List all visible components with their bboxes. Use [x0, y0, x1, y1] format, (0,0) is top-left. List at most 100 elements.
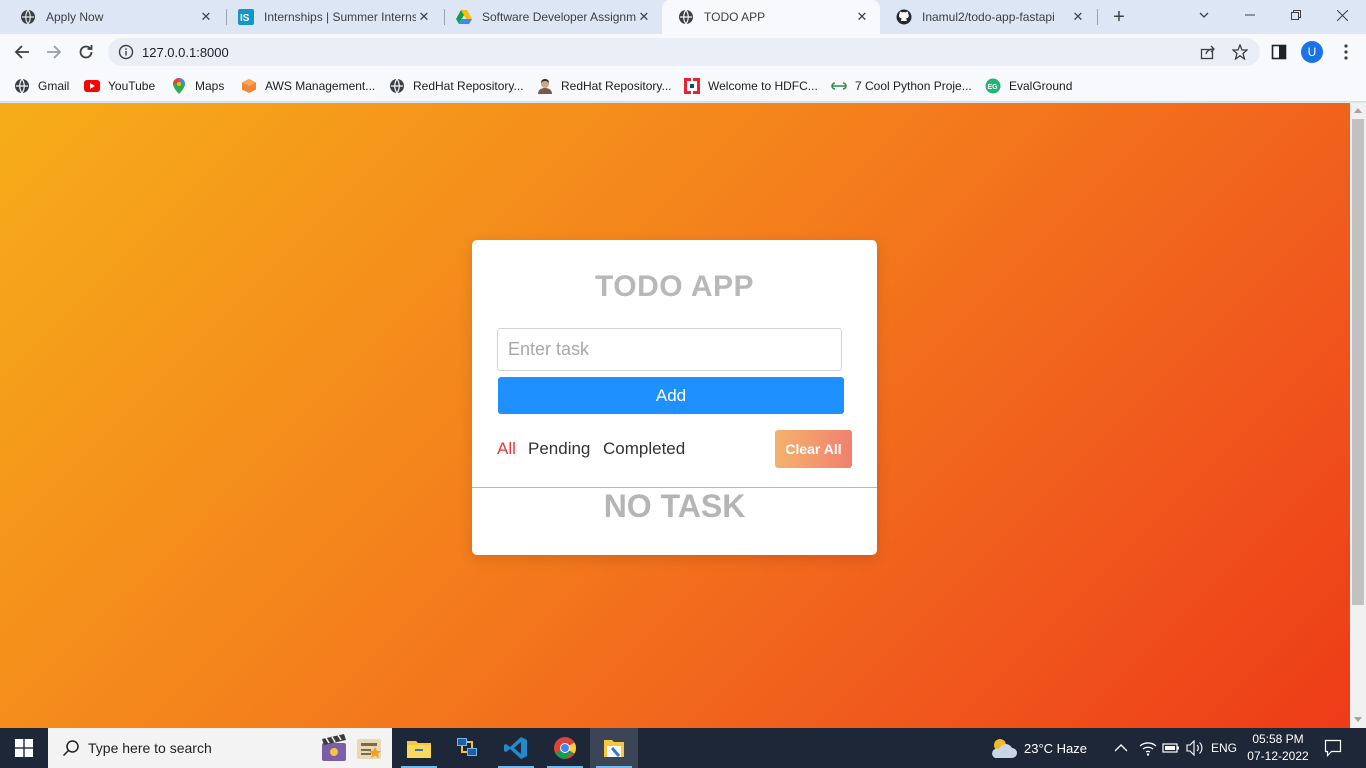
- tab-title: Internships | Summer Interns: [264, 10, 416, 24]
- wifi-status[interactable]: [1139, 728, 1157, 768]
- close-icon: [1336, 9, 1348, 21]
- close-icon[interactable]: ✕: [416, 9, 432, 25]
- tab-github[interactable]: Inamul2/todo-app-fastapi ✕: [880, 0, 1096, 34]
- hdfc-icon: [684, 78, 700, 94]
- language-indicator[interactable]: ENG: [1211, 728, 1237, 768]
- bookmark-label: RedHat Repository...: [413, 79, 524, 93]
- address-bar[interactable]: 127.0.0.1:8000: [108, 38, 1260, 66]
- clock-date: 07-12-2022: [1247, 749, 1309, 763]
- bookmark-redhat-1[interactable]: RedHat Repository...: [389, 76, 524, 96]
- bookmark-youtube[interactable]: YouTube: [84, 76, 155, 96]
- app-title: TODO APP: [594, 270, 755, 303]
- task-input[interactable]: [497, 328, 842, 371]
- folder-icon: [407, 741, 431, 758]
- bookmark-python-projects[interactable]: 7 Cool Python Proje...: [831, 76, 972, 96]
- forward-button[interactable]: [40, 38, 68, 66]
- windows-logo-icon: [15, 739, 33, 757]
- start-button[interactable]: [0, 728, 48, 768]
- empty-state-message: NO TASK: [603, 488, 746, 524]
- new-tab-button[interactable]: +: [1107, 5, 1131, 29]
- tab-title: Software Developer Assignm: [482, 10, 636, 24]
- tab-title: Apply Now: [46, 10, 104, 24]
- tab-search-button[interactable]: [1181, 0, 1227, 30]
- bookmark-hdfc[interactable]: Welcome to HDFC...: [684, 76, 818, 96]
- battery-status[interactable]: [1162, 728, 1180, 768]
- restore-icon: [1291, 10, 1301, 20]
- bookmark-maps[interactable]: Maps: [171, 76, 224, 96]
- scroll-down-arrow-icon[interactable]: [1354, 717, 1362, 722]
- aws-icon: [241, 78, 257, 94]
- page-scrollbar[interactable]: [1350, 103, 1366, 728]
- info-icon[interactable]: [118, 44, 134, 60]
- restore-button[interactable]: [1273, 0, 1319, 30]
- network-computer-icon: [457, 738, 477, 756]
- bookmark-label: YouTube: [108, 79, 156, 93]
- file-explorer-icon: [604, 740, 624, 757]
- notifications-button[interactable]: [1324, 728, 1342, 768]
- page-background: TODO APP Add All Pending Completed Clear…: [0, 103, 1350, 728]
- share-icon[interactable]: [1200, 44, 1216, 60]
- url-text: 127.0.0.1:8000: [142, 45, 229, 60]
- bookmark-label: RedHat Repository...: [561, 79, 672, 93]
- tab-title: Inamul2/todo-app-fastapi: [922, 10, 1055, 24]
- side-panel-icon[interactable]: [1269, 42, 1289, 62]
- close-icon[interactable]: ✕: [198, 9, 214, 25]
- close-icon[interactable]: ✕: [854, 9, 870, 25]
- vscode-app[interactable]: [492, 728, 540, 768]
- close-icon[interactable]: ✕: [636, 9, 652, 25]
- tab-internships[interactable]: IS Internships | Summer Interns ✕: [222, 0, 442, 34]
- globe-icon: [678, 9, 694, 25]
- scrollbar-thumb[interactable]: [1352, 119, 1364, 605]
- file-explorer-app[interactable]: [395, 728, 443, 768]
- volume-control[interactable]: [1186, 728, 1204, 768]
- weather-widget[interactable]: 23°C Haze: [989, 728, 1087, 768]
- profile-avatar[interactable]: U: [1301, 41, 1323, 63]
- bookmark-evalground[interactable]: EG EvalGround: [985, 76, 1072, 96]
- evalground-icon: EG: [985, 78, 1001, 94]
- bookmark-label: 7 Cool Python Proje...: [855, 79, 972, 93]
- show-hidden-icons[interactable]: [1114, 728, 1128, 768]
- star-icon[interactable]: [1231, 43, 1249, 61]
- chrome-app[interactable]: [541, 728, 589, 768]
- close-icon[interactable]: ✕: [1070, 9, 1086, 25]
- chrome-icon: [554, 737, 576, 759]
- filter-all[interactable]: All: [497, 439, 516, 459]
- system-clock[interactable]: 05:58 PM 07-12-2022: [1240, 731, 1316, 765]
- filter-pending[interactable]: Pending: [528, 439, 590, 459]
- globe-icon: [14, 78, 30, 94]
- youtube-icon: [84, 78, 100, 94]
- weather-text: 23°C Haze: [1024, 740, 1088, 756]
- globe-icon: [20, 9, 36, 25]
- tab-software-developer[interactable]: Software Developer Assignm ✕: [440, 0, 662, 34]
- notification-icon: [1324, 739, 1342, 757]
- back-button[interactable]: [8, 38, 36, 66]
- todo-card: TODO APP Add All Pending Completed Clear…: [472, 240, 877, 555]
- minimize-button[interactable]: [1227, 0, 1273, 30]
- bookmark-aws[interactable]: AWS Management...: [241, 76, 375, 96]
- taskbar-search[interactable]: Type here to search: [48, 728, 392, 768]
- filter-completed[interactable]: Completed: [603, 439, 685, 459]
- bookmark-label: Welcome to HDFC...: [708, 79, 818, 93]
- bookmark-redhat-2[interactable]: RedHat Repository...: [537, 76, 672, 96]
- reload-button[interactable]: [72, 38, 100, 66]
- close-window-button[interactable]: [1319, 0, 1365, 30]
- bookmark-gmail[interactable]: Gmail: [14, 76, 69, 96]
- tab-apply-now[interactable]: Apply Now ✕: [4, 0, 224, 34]
- bookmark-label: AWS Management...: [265, 79, 376, 93]
- scroll-up-arrow-icon[interactable]: [1354, 108, 1362, 113]
- clock-time: 05:58 PM: [1252, 732, 1304, 746]
- more-menu-icon[interactable]: [1336, 42, 1356, 62]
- geeksforgeeks-icon: [831, 78, 847, 94]
- svg-text:EG: EG: [988, 84, 999, 91]
- github-icon: [896, 9, 912, 25]
- windows-taskbar: Type here to search 23°C Haze ENG 05:58 …: [0, 728, 1366, 768]
- battery-icon: [1162, 743, 1179, 753]
- add-button[interactable]: Add: [498, 377, 844, 414]
- arrow-left-icon: [14, 45, 29, 59]
- bookmarks-bar: Gmail YouTube Maps AWS Management... Red…: [0, 70, 1366, 102]
- wifi-icon: [1139, 742, 1157, 756]
- file-manager-app[interactable]: [590, 728, 638, 768]
- clear-all-button[interactable]: Clear All: [775, 430, 852, 468]
- tab-todo-app[interactable]: TODO APP ✕: [662, 0, 880, 34]
- network-app[interactable]: [443, 728, 491, 768]
